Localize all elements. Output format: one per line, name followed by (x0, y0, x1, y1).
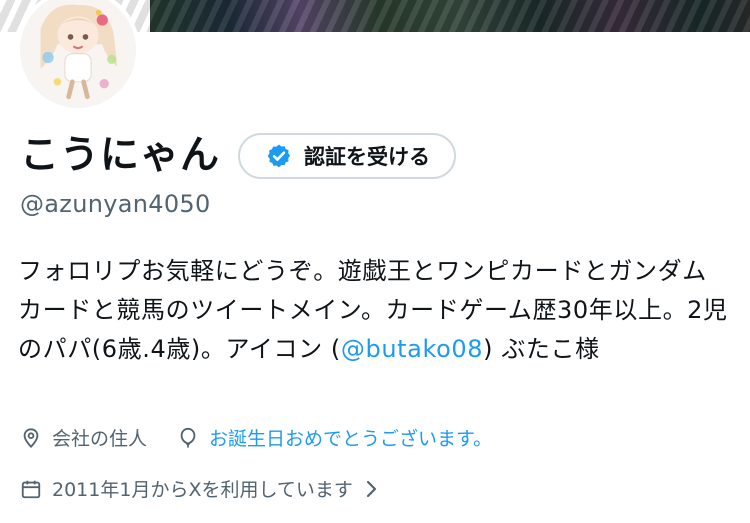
bio-mention-link[interactable]: @butako08 (341, 335, 483, 363)
name-row: こうにゃん 認証を受ける (20, 132, 457, 180)
joined-date-row[interactable]: 2011年1月からXを利用しています (20, 475, 379, 502)
profile-meta-row: 会社の住人 お誕生日おめでとうございます。 (20, 424, 492, 451)
display-name: こうにゃん (20, 133, 221, 178)
calendar-icon (21, 480, 41, 498)
user-handle: @azunyan4050 (20, 190, 211, 218)
get-verified-label: 認証を受ける (304, 145, 431, 169)
verified-badge-icon (267, 144, 291, 168)
balloon-icon (180, 427, 196, 448)
birthday-item[interactable]: お誕生日おめでとうございます。 (177, 424, 492, 451)
location-item: 会社の住人 (20, 424, 147, 451)
location-text: 会社の住人 (52, 428, 148, 450)
get-verified-button[interactable]: 認証を受ける (238, 133, 457, 179)
profile-page: こうにゃん 認証を受ける @azunyan4050 フォロリプお気軽にどうぞ。遊… (0, 0, 750, 523)
bio-text-part2: ) ぶたこ様 (483, 335, 600, 363)
chevron-right-icon (366, 480, 376, 497)
avatar-illustration (20, 0, 136, 108)
profile-bio: フォロリプお気軽にどうぞ。遊戯王とワンピカードとガンダムカードと競馬のツイートメ… (18, 252, 730, 369)
birthday-link[interactable]: お誕生日おめでとうございます。 (209, 424, 492, 451)
joined-date-text: 2011年1月からXを利用しています (52, 479, 353, 501)
profile-avatar[interactable] (16, 0, 140, 112)
location-pin-icon (23, 427, 39, 448)
